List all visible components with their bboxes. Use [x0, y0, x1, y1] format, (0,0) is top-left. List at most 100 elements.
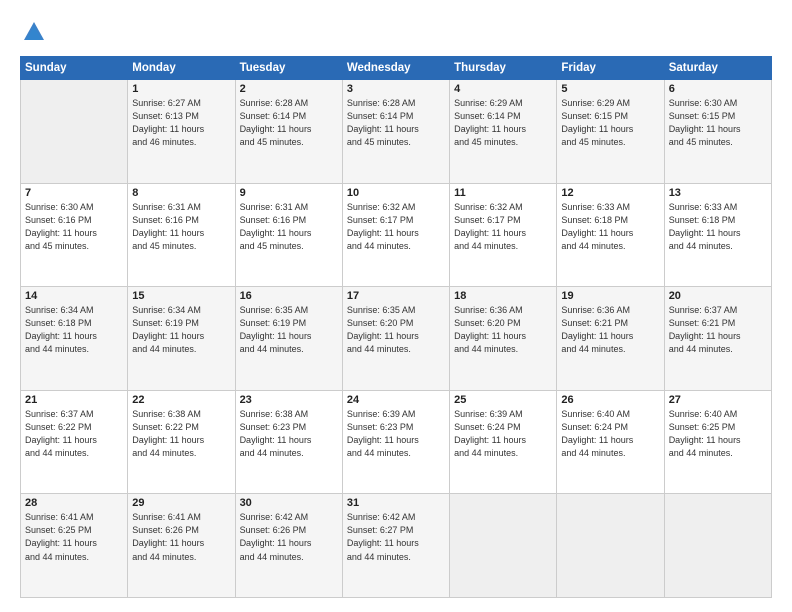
day-number: 23	[240, 394, 338, 406]
day-info: Sunrise: 6:33 AM Sunset: 6:18 PM Dayligh…	[669, 201, 767, 253]
header	[20, 18, 772, 46]
weekday-header-saturday: Saturday	[664, 57, 771, 80]
day-number: 7	[25, 187, 123, 199]
day-number: 11	[454, 187, 552, 199]
day-info: Sunrise: 6:28 AM Sunset: 6:14 PM Dayligh…	[240, 97, 338, 149]
day-number: 14	[25, 290, 123, 302]
calendar-cell: 9 Sunrise: 6:31 AM Sunset: 6:16 PM Daylig…	[235, 183, 342, 287]
day-info: Sunrise: 6:34 AM Sunset: 6:18 PM Dayligh…	[25, 304, 123, 356]
calendar-row-2: 14 Sunrise: 6:34 AM Sunset: 6:18 PM Dayli…	[21, 287, 772, 391]
calendar-row-3: 21Sunrise: 6:37 AM Sunset: 6:22 PM Dayli…	[21, 390, 772, 494]
weekday-header-thursday: Thursday	[450, 57, 557, 80]
calendar-row-0: 1 Sunrise: 6:27 AM Sunset: 6:13 PM Daylig…	[21, 80, 772, 184]
day-info: Sunrise: 6:28 AM Sunset: 6:14 PM Dayligh…	[347, 97, 445, 149]
day-number: 24	[347, 394, 445, 406]
day-info: Sunrise: 6:30 AM Sunset: 6:15 PM Dayligh…	[669, 97, 767, 149]
calendar-cell: 18 Sunrise: 6:36 AM Sunset: 6:20 PM Dayli…	[450, 287, 557, 391]
day-number: 3	[347, 83, 445, 95]
day-info: Sunrise: 6:32 AM Sunset: 6:17 PM Dayligh…	[454, 201, 552, 253]
calendar-cell: 5 Sunrise: 6:29 AM Sunset: 6:15 PM Daylig…	[557, 80, 664, 184]
calendar-cell: 21Sunrise: 6:37 AM Sunset: 6:22 PM Dayli…	[21, 390, 128, 494]
day-number: 29	[132, 497, 230, 509]
calendar-cell: 1 Sunrise: 6:27 AM Sunset: 6:13 PM Daylig…	[128, 80, 235, 184]
logo-icon	[20, 18, 48, 46]
calendar-cell: 2 Sunrise: 6:28 AM Sunset: 6:14 PM Daylig…	[235, 80, 342, 184]
day-number: 5	[561, 83, 659, 95]
day-number: 20	[669, 290, 767, 302]
day-number: 28	[25, 497, 123, 509]
day-number: 22	[132, 394, 230, 406]
day-number: 26	[561, 394, 659, 406]
day-number: 9	[240, 187, 338, 199]
weekday-header-friday: Friday	[557, 57, 664, 80]
day-number: 19	[561, 290, 659, 302]
day-info: Sunrise: 6:31 AM Sunset: 6:16 PM Dayligh…	[240, 201, 338, 253]
calendar-cell: 20 Sunrise: 6:37 AM Sunset: 6:21 PM Dayli…	[664, 287, 771, 391]
page: SundayMondayTuesdayWednesdayThursdayFrid…	[0, 0, 792, 612]
day-info: Sunrise: 6:34 AM Sunset: 6:19 PM Dayligh…	[132, 304, 230, 356]
day-info: Sunrise: 6:40 AM Sunset: 6:25 PM Dayligh…	[669, 408, 767, 460]
day-number: 30	[240, 497, 338, 509]
day-info: Sunrise: 6:37 AM Sunset: 6:21 PM Dayligh…	[669, 304, 767, 356]
calendar-row-4: 28 Sunrise: 6:41 AM Sunset: 6:25 PM Dayli…	[21, 494, 772, 598]
day-info: Sunrise: 6:31 AM Sunset: 6:16 PM Dayligh…	[132, 201, 230, 253]
calendar-cell: 25Sunrise: 6:39 AM Sunset: 6:24 PM Dayli…	[450, 390, 557, 494]
calendar-cell: 16Sunrise: 6:35 AM Sunset: 6:19 PM Dayli…	[235, 287, 342, 391]
day-number: 1	[132, 83, 230, 95]
day-info: Sunrise: 6:39 AM Sunset: 6:24 PM Dayligh…	[454, 408, 552, 460]
weekday-header-monday: Monday	[128, 57, 235, 80]
day-info: Sunrise: 6:35 AM Sunset: 6:20 PM Dayligh…	[347, 304, 445, 356]
day-number: 10	[347, 187, 445, 199]
day-number: 27	[669, 394, 767, 406]
day-info: Sunrise: 6:33 AM Sunset: 6:18 PM Dayligh…	[561, 201, 659, 253]
day-info: Sunrise: 6:42 AM Sunset: 6:26 PM Dayligh…	[240, 511, 338, 563]
day-number: 4	[454, 83, 552, 95]
day-info: Sunrise: 6:38 AM Sunset: 6:22 PM Dayligh…	[132, 408, 230, 460]
calendar-cell: 28 Sunrise: 6:41 AM Sunset: 6:25 PM Dayli…	[21, 494, 128, 598]
day-number: 15	[132, 290, 230, 302]
day-number: 16	[240, 290, 338, 302]
day-info: Sunrise: 6:36 AM Sunset: 6:20 PM Dayligh…	[454, 304, 552, 356]
day-info: Sunrise: 6:27 AM Sunset: 6:13 PM Dayligh…	[132, 97, 230, 149]
calendar-cell: 11 Sunrise: 6:32 AM Sunset: 6:17 PM Dayli…	[450, 183, 557, 287]
day-info: Sunrise: 6:38 AM Sunset: 6:23 PM Dayligh…	[240, 408, 338, 460]
weekday-header-tuesday: Tuesday	[235, 57, 342, 80]
calendar-cell: 8Sunrise: 6:31 AM Sunset: 6:16 PM Daylig…	[128, 183, 235, 287]
calendar-cell: 13Sunrise: 6:33 AM Sunset: 6:18 PM Dayli…	[664, 183, 771, 287]
calendar-cell: 10 Sunrise: 6:32 AM Sunset: 6:17 PM Dayli…	[342, 183, 449, 287]
weekday-header-sunday: Sunday	[21, 57, 128, 80]
calendar-cell	[450, 494, 557, 598]
calendar-cell: 15 Sunrise: 6:34 AM Sunset: 6:19 PM Dayli…	[128, 287, 235, 391]
calendar-cell: 22 Sunrise: 6:38 AM Sunset: 6:22 PM Dayli…	[128, 390, 235, 494]
calendar-cell: 26 Sunrise: 6:40 AM Sunset: 6:24 PM Dayli…	[557, 390, 664, 494]
day-number: 31	[347, 497, 445, 509]
calendar-cell	[21, 80, 128, 184]
calendar-cell: 6Sunrise: 6:30 AM Sunset: 6:15 PM Daylig…	[664, 80, 771, 184]
calendar-cell: 23 Sunrise: 6:38 AM Sunset: 6:23 PM Dayli…	[235, 390, 342, 494]
day-info: Sunrise: 6:41 AM Sunset: 6:25 PM Dayligh…	[25, 511, 123, 563]
day-number: 18	[454, 290, 552, 302]
calendar-cell: 19 Sunrise: 6:36 AM Sunset: 6:21 PM Dayli…	[557, 287, 664, 391]
day-info: Sunrise: 6:40 AM Sunset: 6:24 PM Dayligh…	[561, 408, 659, 460]
calendar-cell: 31 Sunrise: 6:42 AM Sunset: 6:27 PM Dayli…	[342, 494, 449, 598]
calendar-cell: 4Sunrise: 6:29 AM Sunset: 6:14 PM Daylig…	[450, 80, 557, 184]
day-number: 2	[240, 83, 338, 95]
day-info: Sunrise: 6:36 AM Sunset: 6:21 PM Dayligh…	[561, 304, 659, 356]
logo	[20, 18, 52, 46]
day-number: 12	[561, 187, 659, 199]
calendar-cell: 27 Sunrise: 6:40 AM Sunset: 6:25 PM Dayli…	[664, 390, 771, 494]
calendar-row-1: 7 Sunrise: 6:30 AM Sunset: 6:16 PM Daylig…	[21, 183, 772, 287]
calendar-cell: 7 Sunrise: 6:30 AM Sunset: 6:16 PM Daylig…	[21, 183, 128, 287]
calendar-cell: 17Sunrise: 6:35 AM Sunset: 6:20 PM Dayli…	[342, 287, 449, 391]
calendar-cell: 12 Sunrise: 6:33 AM Sunset: 6:18 PM Dayli…	[557, 183, 664, 287]
day-info: Sunrise: 6:32 AM Sunset: 6:17 PM Dayligh…	[347, 201, 445, 253]
calendar-cell	[557, 494, 664, 598]
calendar-cell	[664, 494, 771, 598]
calendar-cell: 3 Sunrise: 6:28 AM Sunset: 6:14 PM Daylig…	[342, 80, 449, 184]
day-info: Sunrise: 6:37 AM Sunset: 6:22 PM Dayligh…	[25, 408, 123, 460]
day-info: Sunrise: 6:30 AM Sunset: 6:16 PM Dayligh…	[25, 201, 123, 253]
day-info: Sunrise: 6:41 AM Sunset: 6:26 PM Dayligh…	[132, 511, 230, 563]
day-info: Sunrise: 6:29 AM Sunset: 6:15 PM Dayligh…	[561, 97, 659, 149]
weekday-header-wednesday: Wednesday	[342, 57, 449, 80]
day-info: Sunrise: 6:42 AM Sunset: 6:27 PM Dayligh…	[347, 511, 445, 563]
